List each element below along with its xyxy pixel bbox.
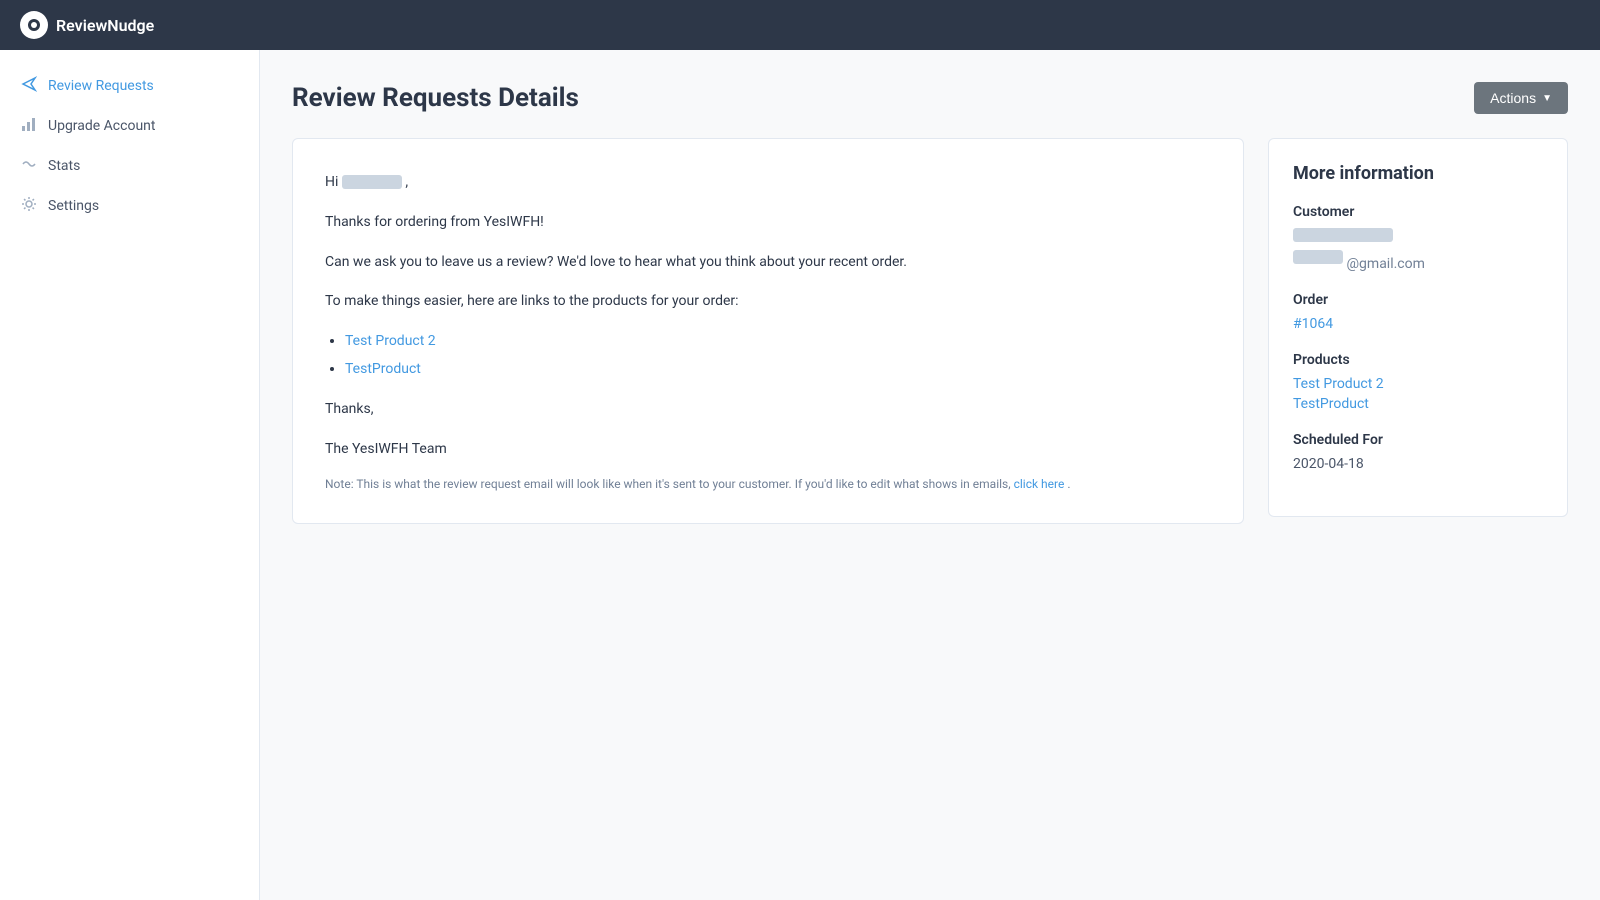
info-card: More information Customer @gmail.com Ord… [1268, 138, 1568, 517]
note-text: Note: This is what the review request em… [325, 477, 1011, 491]
sidebar-item-stats[interactable]: Stats [0, 146, 259, 186]
customer-name-redacted [342, 175, 402, 189]
topbar: ReviewNudge [0, 0, 1600, 50]
email-team-name: The YesIWFH Team [325, 438, 1211, 462]
order-section: Order #1064 [1293, 292, 1543, 332]
info-product-link-1[interactable]: Test Product 2 [1293, 376, 1543, 392]
note-click-here-link[interactable]: click here [1014, 477, 1065, 491]
products-label: Products [1293, 352, 1543, 368]
email-product-link-2[interactable]: TestProduct [345, 361, 421, 377]
customer-email-redacted [1293, 250, 1343, 264]
greeting-suffix: , [405, 174, 408, 190]
sidebar-item-review-requests[interactable]: Review Requests [0, 66, 259, 106]
actions-button[interactable]: Actions ▼ [1474, 82, 1568, 114]
customer-name-block [1293, 228, 1543, 250]
info-product-link-2[interactable]: TestProduct [1293, 396, 1543, 412]
email-paragraph-3: To make things easier, here are links to… [325, 290, 1211, 314]
email-body: Hi , Thanks for ordering from YesIWFH! C… [325, 171, 1211, 461]
email-preview-card: Hi , Thanks for ordering from YesIWFH! C… [292, 138, 1244, 524]
scheduled-date: 2020-04-18 [1293, 456, 1543, 472]
stats-icon [20, 156, 38, 176]
scheduled-label: Scheduled For [1293, 432, 1543, 448]
page-header: Review Requests Details Actions ▼ [292, 82, 1568, 114]
email-product-list: Test Product 2 TestProduct [345, 330, 1211, 382]
order-number-link[interactable]: #1064 [1293, 316, 1543, 332]
page-title: Review Requests Details [292, 83, 579, 113]
greeting-text: Hi [325, 174, 338, 190]
email-paragraph-2: Can we ask you to leave us a review? We'… [325, 251, 1211, 275]
sidebar-label-settings: Settings [48, 198, 99, 214]
products-section: Products Test Product 2 TestProduct [1293, 352, 1543, 412]
settings-icon [20, 196, 38, 216]
sidebar: Review Requests Upgrade Account Stats [0, 50, 260, 900]
sidebar-label-upgrade: Upgrade Account [48, 118, 155, 134]
email-note: Note: This is what the review request em… [325, 477, 1211, 491]
content-area: Review Requests Details Actions ▼ Hi , T… [260, 50, 1600, 900]
sidebar-item-settings[interactable]: Settings [0, 186, 259, 226]
sidebar-label-review-requests: Review Requests [48, 78, 154, 94]
customer-section: Customer @gmail.com [1293, 204, 1543, 272]
dropdown-arrow-icon: ▼ [1542, 93, 1552, 104]
order-label: Order [1293, 292, 1543, 308]
email-greeting: Hi , [325, 171, 1211, 195]
upgrade-icon [20, 116, 38, 136]
email-paragraph-1: Thanks for ordering from YesIWFH! [325, 211, 1211, 235]
main-layout: Review Requests Upgrade Account Stats [0, 50, 1600, 900]
sidebar-item-upgrade-account[interactable]: Upgrade Account [0, 106, 259, 146]
brand-logo [20, 11, 48, 39]
info-card-title: More information [1293, 163, 1543, 184]
scheduled-section: Scheduled For 2020-04-18 [1293, 432, 1543, 472]
customer-name-redacted-block [1293, 228, 1393, 242]
actions-label: Actions [1490, 90, 1536, 106]
detail-layout: Hi , Thanks for ordering from YesIWFH! C… [292, 138, 1568, 524]
note-suffix: . [1067, 477, 1070, 491]
brand: ReviewNudge [20, 11, 154, 39]
email-product-link-1[interactable]: Test Product 2 [345, 333, 436, 349]
send-icon [20, 76, 38, 96]
customer-email: @gmail.com [1293, 250, 1543, 272]
email-sign-off: Thanks, [325, 398, 1211, 422]
customer-label: Customer [1293, 204, 1543, 220]
customer-email-suffix: @gmail.com [1346, 256, 1424, 272]
email-product-item-2: TestProduct [345, 358, 1211, 382]
email-product-item-1: Test Product 2 [345, 330, 1211, 354]
sidebar-label-stats: Stats [48, 158, 80, 174]
brand-name: ReviewNudge [56, 16, 154, 35]
